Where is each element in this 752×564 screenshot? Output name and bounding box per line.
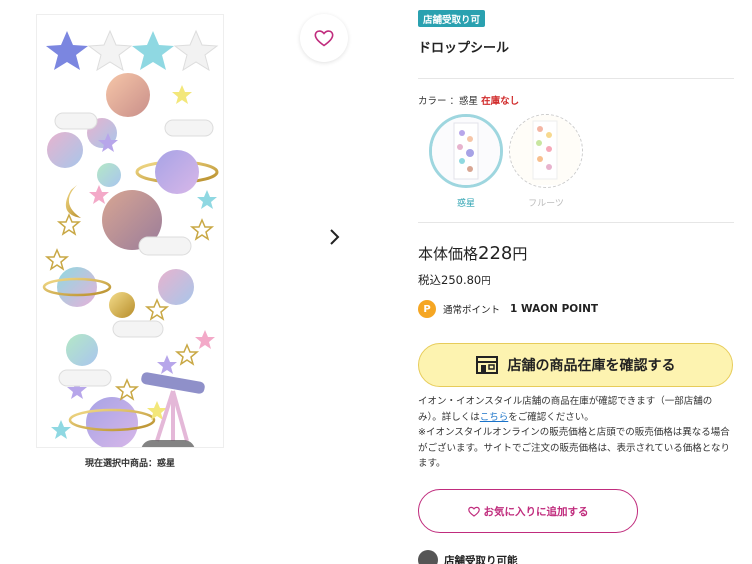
swatch-fruits[interactable] [509, 114, 583, 188]
add-to-favorites-label: お気に入りに追加する [483, 505, 589, 518]
swatch-planet[interactable] [429, 114, 503, 188]
price: 本体価格 228 円 [418, 243, 527, 264]
selected-product-caption: 現在選択中商品：惑星 [84, 459, 175, 469]
swatch-planet-thumbnail [432, 117, 500, 185]
check-store-stock-label: 店舗の商品在庫を確認する [507, 358, 676, 374]
store-pickup-label: 店舗受取り可能 [444, 554, 518, 564]
points-icon: P [418, 300, 436, 318]
color-label: カラー ：惑星 [418, 96, 479, 107]
tax-label: 税込 [418, 273, 441, 287]
price-disclaimer: ※イオンスタイルオンラインの販売価格と店頭での販売価格は異なる場合がございます。… [418, 427, 730, 469]
divider [418, 222, 734, 223]
sticker-sheet-image [37, 15, 223, 447]
points-info: P 通常ポイント 1 WAON POINT [418, 300, 598, 318]
check-store-stock-button[interactable]: 店舗の商品在庫を確認する [418, 343, 733, 387]
product-page: 1/2 現在選択中商品：惑星 店舗受取り可 ドロップシール カラー ：惑星 在庫… [0, 0, 752, 564]
heart-icon [314, 30, 334, 47]
price-unit: 円 [512, 245, 528, 263]
price-value: 228 [478, 243, 513, 264]
note-text: をご確認ください。 [508, 411, 594, 423]
product-title: ドロップシール [418, 41, 510, 56]
store-pickup-badge: 店舗受取り可 [418, 10, 486, 27]
next-image-button[interactable] [324, 225, 346, 249]
heart-icon [467, 506, 480, 517]
price-label: 本体価格 [418, 245, 479, 263]
details-link[interactable]: こちら [480, 412, 509, 423]
chevron-right-icon [330, 229, 340, 245]
stock-note: イオン・イオンスタイル店舗の商品在庫が確認できます（一部店舗のみ）。詳しくはこち… [418, 394, 736, 472]
tax-included-price: 税込250.80円 [418, 272, 491, 288]
points-label: 通常ポイント [443, 305, 501, 316]
points-value: 1 WAON POINT [510, 303, 599, 315]
favorite-toggle-button[interactable] [300, 14, 348, 62]
swatch-fruits-thumbnail [510, 115, 580, 185]
tax-unit: 円 [481, 276, 491, 287]
swatch-fruits-label: フルーツ [528, 199, 564, 209]
stock-status: 在庫なし [481, 96, 520, 107]
add-to-favorites-button[interactable]: お気に入りに追加する [418, 489, 638, 533]
store-pickup-icon [418, 550, 438, 564]
store-icon [475, 356, 498, 374]
tax-value: 250.80 [441, 273, 482, 287]
swatch-planet-label: 惑星 [456, 199, 475, 209]
store-pickup-section: 店舗受取り可能 [418, 550, 518, 564]
color-selection-label: カラー ：惑星 在庫なし [418, 93, 519, 107]
divider [418, 78, 734, 79]
product-image[interactable]: 1/2 [36, 14, 224, 448]
image-pager: 1/2 [141, 440, 195, 447]
